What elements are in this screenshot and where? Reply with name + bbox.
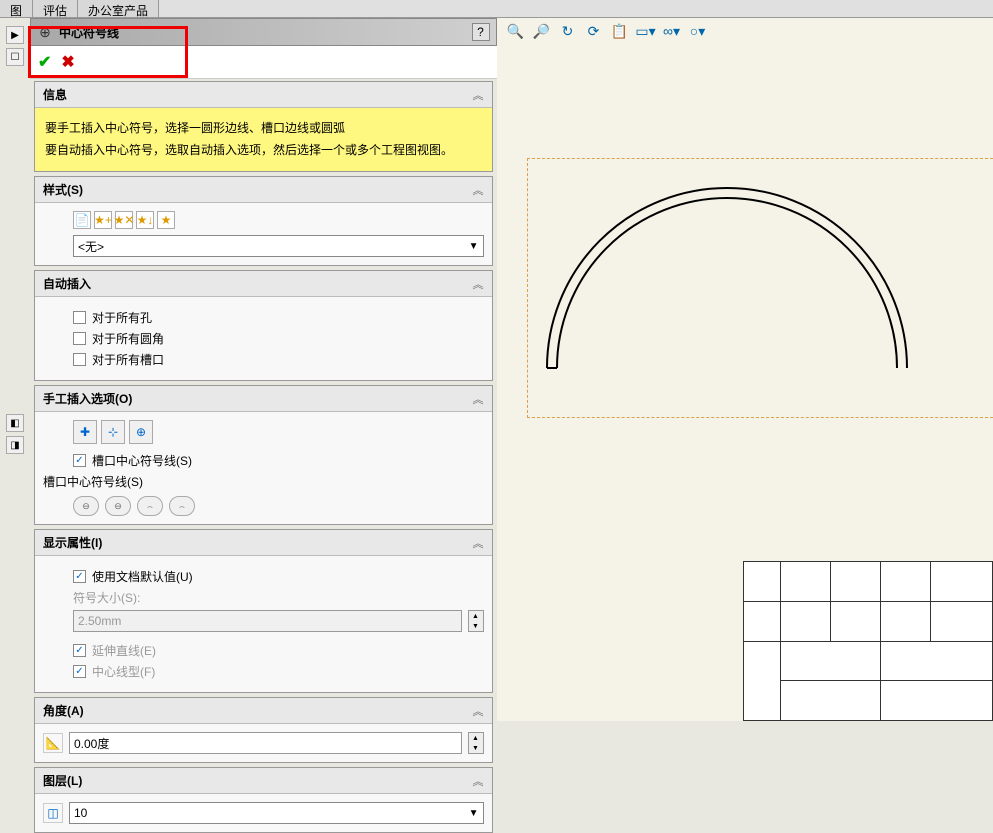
margin-btn-1[interactable]: ▶ bbox=[6, 26, 24, 44]
info-box: 要手工插入中心符号，选择一圆形边线、槽口边线或圆弧 要自动插入中心符号，选取自动… bbox=[35, 108, 492, 171]
checkbox-all-holes[interactable] bbox=[73, 311, 86, 324]
clipboard-icon[interactable]: 📋 bbox=[611, 22, 629, 40]
checkbox-all-slots[interactable] bbox=[73, 353, 86, 366]
collapse-icon: ︽ bbox=[473, 703, 484, 719]
style-dropdown[interactable]: <无> ▼ bbox=[73, 235, 484, 257]
checkbox-all-fillets[interactable] bbox=[73, 332, 86, 345]
margin-btn-4[interactable]: ◨ bbox=[6, 436, 24, 454]
margin-btn-2[interactable]: ☐ bbox=[6, 48, 24, 66]
style-icon-1[interactable]: 📄 bbox=[73, 211, 91, 229]
collapse-icon: ︽ bbox=[473, 391, 484, 407]
display-mode-icon[interactable]: ▭▾ bbox=[637, 22, 655, 40]
angle-input[interactable]: 0.00度 bbox=[69, 732, 462, 754]
tool-misc-icon[interactable]: ∞▾ bbox=[663, 22, 681, 40]
checkbox-center-linetype bbox=[73, 665, 86, 678]
section-header-angle[interactable]: 角度(A) ︽ bbox=[35, 698, 492, 724]
style-load-favorite-icon[interactable]: ★ bbox=[157, 211, 175, 229]
layer-dropdown[interactable]: 10 ▼ bbox=[69, 802, 484, 824]
zoom-area-icon[interactable]: 🔎 bbox=[533, 22, 551, 40]
label-all-fillets: 对于所有圆角 bbox=[92, 330, 164, 347]
drawing-canvas[interactable] bbox=[507, 48, 993, 721]
left-margin: ▶ ☐ ◧ ◨ bbox=[0, 18, 30, 721]
section-header-display[interactable]: 显示属性(I) ︽ bbox=[35, 530, 492, 556]
layer-icon: ◫ bbox=[43, 803, 63, 823]
section-header-layer[interactable]: 图层(L) ︽ bbox=[35, 768, 492, 794]
refresh-icon[interactable]: ⟳ bbox=[585, 22, 603, 40]
slot-type-4[interactable]: ⌢ bbox=[169, 496, 195, 516]
margin-btn-3[interactable]: ◧ bbox=[6, 414, 24, 432]
style-save-favorite-icon[interactable]: ★↓ bbox=[136, 211, 154, 229]
panel-title: 中心符号线 bbox=[59, 24, 466, 41]
collapse-icon: ︽ bbox=[473, 773, 484, 789]
cancel-icon[interactable]: ✖ bbox=[61, 52, 74, 72]
collapse-icon: ︽ bbox=[473, 535, 484, 551]
drawing-canvas-panel: 🔍 🔎 ↻ ⟳ 📋 ▭▾ ∞▾ ○▾ bbox=[497, 18, 993, 721]
section-header-style[interactable]: 样式(S) ︽ bbox=[35, 177, 492, 203]
section-header-auto[interactable]: 自动插入 ︽ bbox=[35, 271, 492, 297]
style-add-favorite-icon[interactable]: ★+ bbox=[94, 211, 112, 229]
angle-icon: 📐 bbox=[43, 733, 63, 753]
help-button[interactable]: ? bbox=[472, 23, 490, 41]
label-center-linetype: 中心线型(F) bbox=[92, 663, 155, 680]
manual-icon-circle[interactable]: ⊕ bbox=[129, 420, 153, 444]
collapse-icon: ︽ bbox=[473, 182, 484, 198]
arc-geometry[interactable] bbox=[537, 168, 917, 418]
symbol-size-label: 符号大小(S): bbox=[73, 589, 484, 606]
slot-type-2[interactable]: ⊖ bbox=[105, 496, 131, 516]
section-header-manual[interactable]: 手工插入选项(O) ︽ bbox=[35, 386, 492, 412]
slot-sub-label: 槽口中心符号线(S) bbox=[43, 473, 484, 490]
titleblock-table[interactable] bbox=[743, 561, 993, 721]
info-line-2: 要自动插入中心符号，选取自动插入选项，然后选择一个或多个工程图视图。 bbox=[45, 140, 482, 162]
center-mark-icon: ⊕ bbox=[37, 24, 53, 40]
manual-icon-dashed[interactable]: ⊹ bbox=[101, 420, 125, 444]
label-all-slots: 对于所有槽口 bbox=[92, 351, 164, 368]
action-row: ✔ ✖ bbox=[30, 46, 497, 79]
info-line-1: 要手工插入中心符号，选择一圆形边线、槽口边线或圆弧 bbox=[45, 118, 482, 140]
label-extend-line: 延伸直线(E) bbox=[92, 642, 156, 659]
label-all-holes: 对于所有孔 bbox=[92, 309, 152, 326]
slot-type-1[interactable]: ⊖ bbox=[73, 496, 99, 516]
checkbox-use-default[interactable] bbox=[73, 570, 86, 583]
slot-type-3[interactable]: ⌢ bbox=[137, 496, 163, 516]
collapse-icon: ︽ bbox=[473, 87, 484, 103]
checkbox-slot-centerline[interactable] bbox=[73, 454, 86, 467]
rotate-icon[interactable]: ↻ bbox=[559, 22, 577, 40]
section-header-info[interactable]: 信息 ︽ bbox=[35, 82, 492, 108]
angle-spin-up[interactable]: ▲ bbox=[469, 733, 483, 743]
view-toolbar: 🔍 🔎 ↻ ⟳ 📋 ▭▾ ∞▾ ○▾ bbox=[497, 18, 993, 44]
top-tabs: 图 评估 办公室产品 bbox=[0, 0, 993, 18]
panel-title-bar: ⊕ 中心符号线 ? bbox=[30, 18, 497, 46]
collapse-icon: ︽ bbox=[473, 276, 484, 292]
label-use-default: 使用文档默认值(U) bbox=[92, 568, 193, 585]
tab-drawing[interactable]: 图 bbox=[0, 0, 33, 17]
confirm-icon[interactable]: ✔ bbox=[38, 52, 51, 72]
tab-evaluate[interactable]: 评估 bbox=[33, 0, 78, 17]
manual-icon-cross[interactable]: ✚ bbox=[73, 420, 97, 444]
label-slot-centerline: 槽口中心符号线(S) bbox=[92, 452, 192, 469]
checkbox-extend-line bbox=[73, 644, 86, 657]
tab-office[interactable]: 办公室产品 bbox=[78, 0, 159, 17]
style-remove-favorite-icon[interactable]: ★✕ bbox=[115, 211, 133, 229]
angle-spin-down[interactable]: ▼ bbox=[469, 743, 483, 753]
size-spin-up: ▲ bbox=[469, 611, 483, 621]
zoom-fit-icon[interactable]: 🔍 bbox=[507, 22, 525, 40]
tool-circle-icon[interactable]: ○▾ bbox=[689, 22, 707, 40]
symbol-size-input: 2.50mm bbox=[73, 610, 462, 632]
size-spin-down: ▼ bbox=[469, 621, 483, 631]
